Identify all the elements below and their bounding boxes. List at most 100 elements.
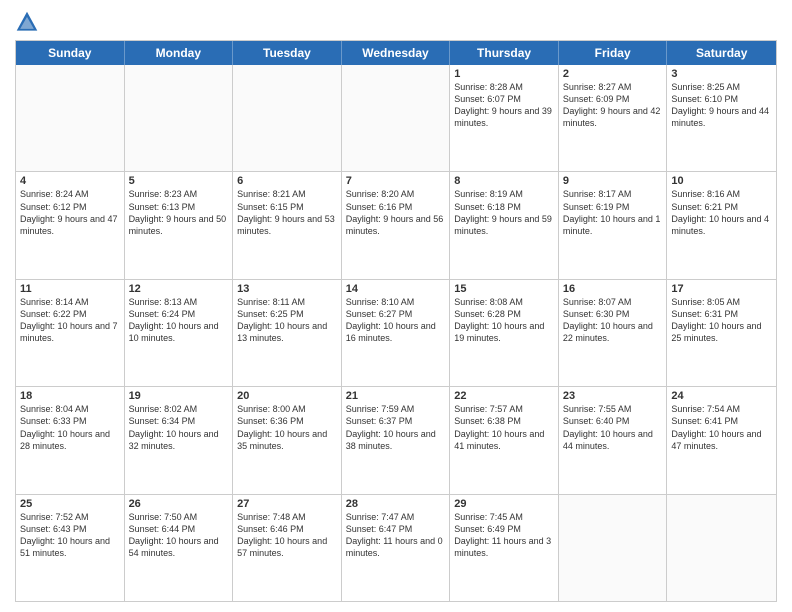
day-number: 16 bbox=[563, 283, 663, 295]
calendar-cell: 10Sunrise: 8:16 AM Sunset: 6:21 PM Dayli… bbox=[667, 172, 776, 278]
calendar-cell: 13Sunrise: 8:11 AM Sunset: 6:25 PM Dayli… bbox=[233, 280, 342, 386]
day-info: Sunrise: 8:23 AM Sunset: 6:13 PM Dayligh… bbox=[129, 188, 229, 237]
calendar-cell: 18Sunrise: 8:04 AM Sunset: 6:33 PM Dayli… bbox=[16, 387, 125, 493]
day-number: 27 bbox=[237, 498, 337, 510]
calendar-cell: 15Sunrise: 8:08 AM Sunset: 6:28 PM Dayli… bbox=[450, 280, 559, 386]
day-info: Sunrise: 7:54 AM Sunset: 6:41 PM Dayligh… bbox=[671, 403, 772, 452]
header-day-saturday: Saturday bbox=[667, 41, 776, 65]
day-number: 11 bbox=[20, 283, 120, 295]
day-number: 10 bbox=[671, 175, 772, 187]
calendar-cell: 12Sunrise: 8:13 AM Sunset: 6:24 PM Dayli… bbox=[125, 280, 234, 386]
day-number: 23 bbox=[563, 390, 663, 402]
day-number: 21 bbox=[346, 390, 446, 402]
header-day-tuesday: Tuesday bbox=[233, 41, 342, 65]
day-info: Sunrise: 7:45 AM Sunset: 6:49 PM Dayligh… bbox=[454, 511, 554, 560]
day-number: 15 bbox=[454, 283, 554, 295]
calendar-cell: 14Sunrise: 8:10 AM Sunset: 6:27 PM Dayli… bbox=[342, 280, 451, 386]
calendar-cell bbox=[559, 495, 668, 601]
day-info: Sunrise: 7:48 AM Sunset: 6:46 PM Dayligh… bbox=[237, 511, 337, 560]
calendar-week-5: 25Sunrise: 7:52 AM Sunset: 6:43 PM Dayli… bbox=[16, 495, 776, 601]
day-number: 18 bbox=[20, 390, 120, 402]
calendar-cell: 20Sunrise: 8:00 AM Sunset: 6:36 PM Dayli… bbox=[233, 387, 342, 493]
calendar-week-4: 18Sunrise: 8:04 AM Sunset: 6:33 PM Dayli… bbox=[16, 387, 776, 494]
day-info: Sunrise: 8:19 AM Sunset: 6:18 PM Dayligh… bbox=[454, 188, 554, 237]
calendar-cell: 29Sunrise: 7:45 AM Sunset: 6:49 PM Dayli… bbox=[450, 495, 559, 601]
logo bbox=[15, 10, 43, 34]
day-info: Sunrise: 8:10 AM Sunset: 6:27 PM Dayligh… bbox=[346, 296, 446, 345]
day-info: Sunrise: 7:57 AM Sunset: 6:38 PM Dayligh… bbox=[454, 403, 554, 452]
day-number: 25 bbox=[20, 498, 120, 510]
calendar-cell: 25Sunrise: 7:52 AM Sunset: 6:43 PM Dayli… bbox=[16, 495, 125, 601]
logo-icon bbox=[15, 10, 39, 34]
day-number: 8 bbox=[454, 175, 554, 187]
day-info: Sunrise: 7:55 AM Sunset: 6:40 PM Dayligh… bbox=[563, 403, 663, 452]
header-day-sunday: Sunday bbox=[16, 41, 125, 65]
day-info: Sunrise: 8:00 AM Sunset: 6:36 PM Dayligh… bbox=[237, 403, 337, 452]
calendar-cell: 9Sunrise: 8:17 AM Sunset: 6:19 PM Daylig… bbox=[559, 172, 668, 278]
header-day-friday: Friday bbox=[559, 41, 668, 65]
calendar-cell bbox=[233, 65, 342, 171]
calendar-week-3: 11Sunrise: 8:14 AM Sunset: 6:22 PM Dayli… bbox=[16, 280, 776, 387]
day-number: 4 bbox=[20, 175, 120, 187]
calendar-cell: 16Sunrise: 8:07 AM Sunset: 6:30 PM Dayli… bbox=[559, 280, 668, 386]
calendar-cell: 2Sunrise: 8:27 AM Sunset: 6:09 PM Daylig… bbox=[559, 65, 668, 171]
day-info: Sunrise: 8:24 AM Sunset: 6:12 PM Dayligh… bbox=[20, 188, 120, 237]
calendar-cell: 5Sunrise: 8:23 AM Sunset: 6:13 PM Daylig… bbox=[125, 172, 234, 278]
day-info: Sunrise: 7:52 AM Sunset: 6:43 PM Dayligh… bbox=[20, 511, 120, 560]
calendar-cell: 23Sunrise: 7:55 AM Sunset: 6:40 PM Dayli… bbox=[559, 387, 668, 493]
day-info: Sunrise: 8:04 AM Sunset: 6:33 PM Dayligh… bbox=[20, 403, 120, 452]
day-number: 19 bbox=[129, 390, 229, 402]
calendar-week-1: 1Sunrise: 8:28 AM Sunset: 6:07 PM Daylig… bbox=[16, 65, 776, 172]
day-number: 12 bbox=[129, 283, 229, 295]
day-number: 17 bbox=[671, 283, 772, 295]
day-number: 24 bbox=[671, 390, 772, 402]
day-info: Sunrise: 8:27 AM Sunset: 6:09 PM Dayligh… bbox=[563, 81, 663, 130]
header-day-thursday: Thursday bbox=[450, 41, 559, 65]
day-info: Sunrise: 8:28 AM Sunset: 6:07 PM Dayligh… bbox=[454, 81, 554, 130]
day-number: 14 bbox=[346, 283, 446, 295]
day-info: Sunrise: 8:21 AM Sunset: 6:15 PM Dayligh… bbox=[237, 188, 337, 237]
calendar: SundayMondayTuesdayWednesdayThursdayFrid… bbox=[15, 40, 777, 602]
day-number: 13 bbox=[237, 283, 337, 295]
calendar-cell bbox=[16, 65, 125, 171]
day-number: 6 bbox=[237, 175, 337, 187]
day-number: 7 bbox=[346, 175, 446, 187]
day-number: 2 bbox=[563, 68, 663, 80]
calendar-cell: 4Sunrise: 8:24 AM Sunset: 6:12 PM Daylig… bbox=[16, 172, 125, 278]
day-info: Sunrise: 8:07 AM Sunset: 6:30 PM Dayligh… bbox=[563, 296, 663, 345]
calendar-cell: 1Sunrise: 8:28 AM Sunset: 6:07 PM Daylig… bbox=[450, 65, 559, 171]
calendar-cell: 3Sunrise: 8:25 AM Sunset: 6:10 PM Daylig… bbox=[667, 65, 776, 171]
calendar-cell: 6Sunrise: 8:21 AM Sunset: 6:15 PM Daylig… bbox=[233, 172, 342, 278]
day-info: Sunrise: 7:50 AM Sunset: 6:44 PM Dayligh… bbox=[129, 511, 229, 560]
header-day-monday: Monday bbox=[125, 41, 234, 65]
calendar-cell: 19Sunrise: 8:02 AM Sunset: 6:34 PM Dayli… bbox=[125, 387, 234, 493]
header-day-wednesday: Wednesday bbox=[342, 41, 451, 65]
calendar-cell: 24Sunrise: 7:54 AM Sunset: 6:41 PM Dayli… bbox=[667, 387, 776, 493]
page: SundayMondayTuesdayWednesdayThursdayFrid… bbox=[0, 0, 792, 612]
calendar-cell bbox=[667, 495, 776, 601]
day-info: Sunrise: 8:17 AM Sunset: 6:19 PM Dayligh… bbox=[563, 188, 663, 237]
day-number: 28 bbox=[346, 498, 446, 510]
day-info: Sunrise: 8:14 AM Sunset: 6:22 PM Dayligh… bbox=[20, 296, 120, 345]
calendar-cell bbox=[125, 65, 234, 171]
calendar-cell: 28Sunrise: 7:47 AM Sunset: 6:47 PM Dayli… bbox=[342, 495, 451, 601]
day-info: Sunrise: 8:16 AM Sunset: 6:21 PM Dayligh… bbox=[671, 188, 772, 237]
calendar-header-row: SundayMondayTuesdayWednesdayThursdayFrid… bbox=[16, 41, 776, 65]
day-info: Sunrise: 8:08 AM Sunset: 6:28 PM Dayligh… bbox=[454, 296, 554, 345]
day-number: 3 bbox=[671, 68, 772, 80]
calendar-cell bbox=[342, 65, 451, 171]
day-info: Sunrise: 8:02 AM Sunset: 6:34 PM Dayligh… bbox=[129, 403, 229, 452]
calendar-cell: 8Sunrise: 8:19 AM Sunset: 6:18 PM Daylig… bbox=[450, 172, 559, 278]
day-number: 20 bbox=[237, 390, 337, 402]
calendar-week-2: 4Sunrise: 8:24 AM Sunset: 6:12 PM Daylig… bbox=[16, 172, 776, 279]
day-number: 22 bbox=[454, 390, 554, 402]
day-info: Sunrise: 8:25 AM Sunset: 6:10 PM Dayligh… bbox=[671, 81, 772, 130]
day-number: 26 bbox=[129, 498, 229, 510]
day-number: 1 bbox=[454, 68, 554, 80]
day-info: Sunrise: 8:20 AM Sunset: 6:16 PM Dayligh… bbox=[346, 188, 446, 237]
calendar-cell: 22Sunrise: 7:57 AM Sunset: 6:38 PM Dayli… bbox=[450, 387, 559, 493]
calendar-cell: 11Sunrise: 8:14 AM Sunset: 6:22 PM Dayli… bbox=[16, 280, 125, 386]
calendar-cell: 17Sunrise: 8:05 AM Sunset: 6:31 PM Dayli… bbox=[667, 280, 776, 386]
calendar-body: 1Sunrise: 8:28 AM Sunset: 6:07 PM Daylig… bbox=[16, 65, 776, 601]
header bbox=[15, 10, 777, 34]
